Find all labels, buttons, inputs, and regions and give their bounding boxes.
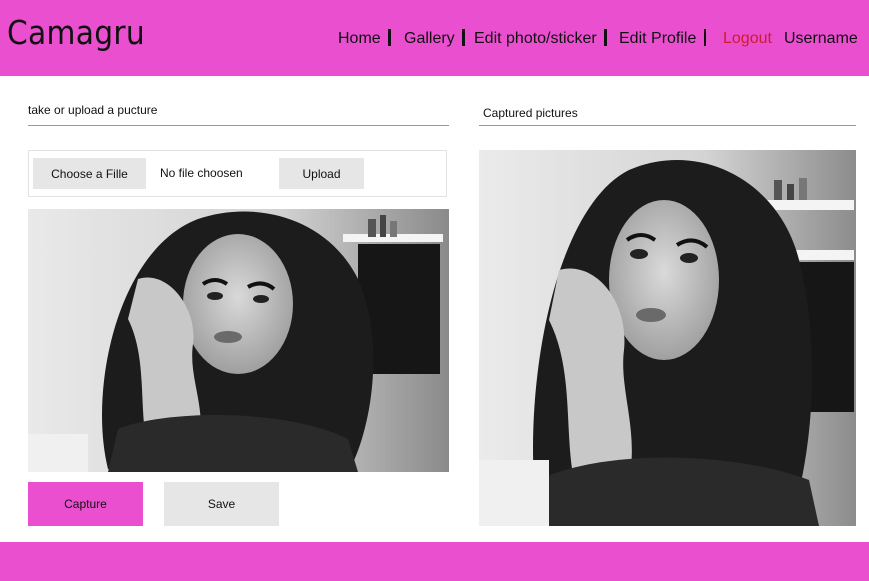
file-status-text: No file choosen — [160, 166, 243, 180]
upload-button[interactable]: Upload — [279, 158, 364, 189]
choose-file-button[interactable]: Choose a Fille — [33, 158, 146, 189]
save-button[interactable]: Save — [164, 482, 279, 526]
footer — [0, 542, 869, 581]
nav-gallery[interactable]: Gallery — [404, 27, 465, 51]
upload-section-divider — [28, 125, 449, 126]
camera-preview-image — [28, 209, 449, 472]
nav-edit-photo[interactable]: Edit photo/sticker — [474, 27, 607, 51]
header: Camagru Home Gallery Edit photo/sticker … — [0, 0, 869, 76]
file-upload-box: Choose a Fille No file choosen Upload — [28, 150, 447, 197]
captured-picture[interactable] — [479, 150, 856, 526]
main-nav: Home Gallery Edit photo/sticker Edit Pro… — [0, 27, 869, 51]
nav-username[interactable]: Username — [784, 27, 858, 51]
upload-section-title: take or upload a pucture — [28, 103, 158, 117]
captured-portrait-photo — [479, 150, 856, 526]
nav-edit-profile[interactable]: Edit Profile — [619, 27, 707, 51]
capture-button[interactable]: Capture — [28, 482, 143, 526]
portrait-photo — [28, 209, 449, 472]
nav-logout[interactable]: Logout — [723, 27, 772, 51]
captured-section-title: Captured pictures — [483, 106, 578, 120]
captured-section-divider — [479, 125, 856, 126]
nav-home[interactable]: Home — [338, 27, 391, 51]
